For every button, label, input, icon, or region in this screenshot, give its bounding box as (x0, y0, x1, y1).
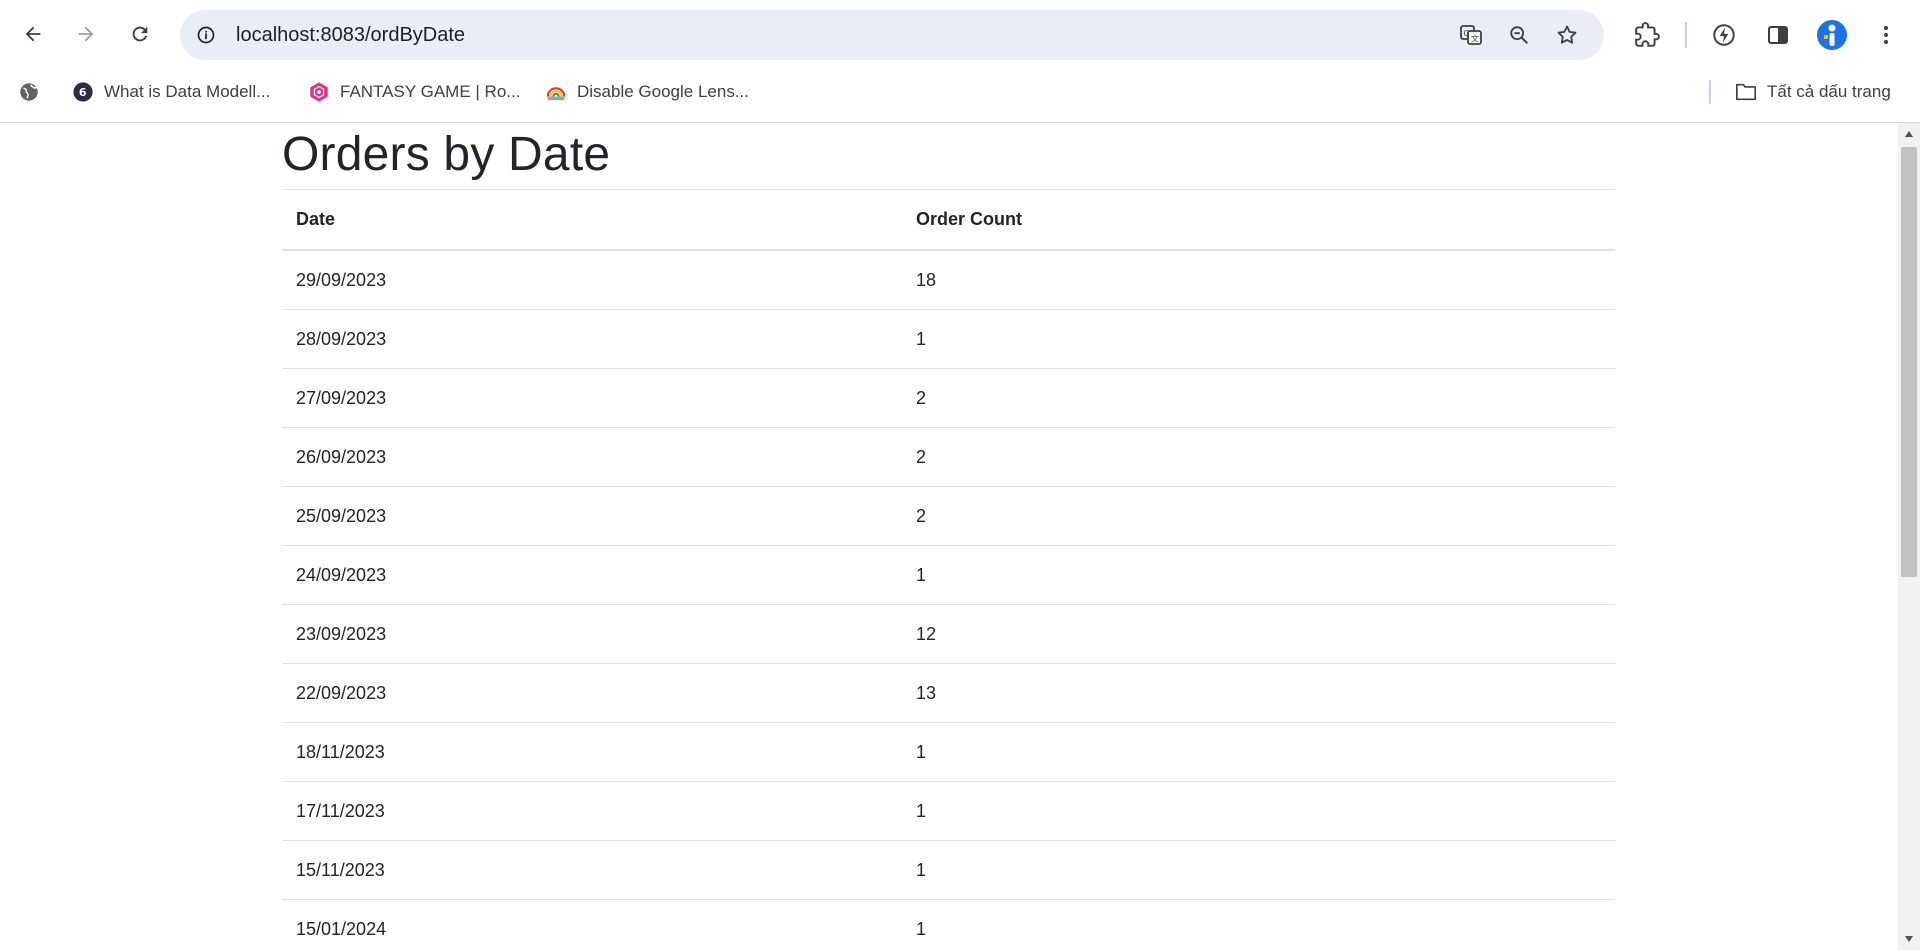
table-row: 17/11/2023 1 (282, 781, 1615, 841)
count-cell: 1 (902, 781, 1615, 841)
site-info-icon[interactable] (194, 23, 218, 47)
date-cell: 15/11/2023 (282, 840, 902, 900)
rainbow-icon (545, 81, 567, 103)
bookmark-disable-google-lens[interactable]: Disable Google Lens... (545, 70, 749, 114)
count-cell: 2 (902, 486, 1615, 546)
extensions-icon[interactable] (1630, 18, 1664, 52)
bookmark-fantasy-game[interactable]: FANTASY GAME | Ro... (308, 70, 520, 114)
table-row: 22/09/2023 13 (282, 663, 1615, 723)
browser-toolbar: localhost:8083/ordByDate G文 (0, 0, 1920, 70)
forward-button[interactable] (66, 14, 106, 54)
url-text[interactable]: localhost:8083/ordByDate (236, 10, 465, 60)
table-row: 15/01/2024 1 (282, 899, 1615, 950)
table-row: 23/09/2023 12 (282, 604, 1615, 664)
date-cell: 24/09/2023 (282, 545, 902, 605)
table-row: 18/11/2023 1 (282, 722, 1615, 782)
menu-icon[interactable] (1869, 18, 1903, 52)
scroll-up-arrow-icon[interactable] (1898, 123, 1920, 145)
apps-bookmark[interactable] (18, 70, 50, 114)
page-title: Orders by Date (282, 128, 611, 181)
g-icon: 6 (72, 81, 94, 103)
date-cell: 18/11/2023 (282, 722, 902, 782)
date-cell: 26/09/2023 (282, 427, 902, 487)
forward-arrow-icon (78, 26, 94, 42)
svg-text:文: 文 (1471, 34, 1479, 44)
page-viewport: Orders by Date Date Order Count 29/09/20… (0, 123, 1898, 950)
svg-text:G: G (1464, 29, 1470, 38)
count-cell: 12 (902, 604, 1615, 664)
date-cell: 15/01/2024 (282, 899, 902, 950)
date-cell: 25/09/2023 (282, 486, 902, 546)
date-cell: 28/09/2023 (282, 309, 902, 369)
address-bar[interactable]: localhost:8083/ordByDate G文 (180, 10, 1604, 60)
table-row: 28/09/2023 1 (282, 309, 1615, 369)
profile-avatar-icon[interactable] (1815, 18, 1849, 52)
scroll-down-arrow-icon[interactable] (1898, 928, 1920, 950)
table-row: 24/09/2023 1 (282, 545, 1615, 605)
count-cell: 1 (902, 899, 1615, 950)
table-row: 27/09/2023 2 (282, 368, 1615, 428)
all-bookmarks-folder[interactable]: Tất cả dấu trang (1735, 70, 1891, 114)
globe-icon (18, 81, 40, 103)
count-cell: 13 (902, 663, 1615, 723)
bookmark-label: What is Data Modell... (104, 82, 271, 101)
toolbar-divider (1685, 22, 1687, 48)
zoom-icon[interactable] (1506, 22, 1532, 48)
reload-icon (132, 26, 148, 42)
table-row: 15/11/2023 1 (282, 840, 1615, 900)
bookmarks-folder-label: Tất cả dấu trang (1767, 82, 1891, 101)
column-header-date: Date (282, 189, 902, 251)
bookmark-data-modelling[interactable]: 6 What is Data Modell... (72, 70, 270, 114)
table-header-row: Date Order Count (282, 189, 1615, 251)
count-cell: 1 (902, 722, 1615, 782)
bookmark-label: Disable Google Lens... (577, 82, 749, 101)
fantasy-icon (308, 81, 330, 103)
back-button[interactable] (13, 14, 53, 54)
translate-icon[interactable]: G文 (1458, 22, 1484, 48)
count-cell: 1 (902, 309, 1615, 369)
date-cell: 17/11/2023 (282, 781, 902, 841)
bookmarks-divider (1709, 80, 1711, 104)
count-cell: 18 (902, 249, 1615, 310)
date-cell: 22/09/2023 (282, 663, 902, 723)
count-cell: 2 (902, 368, 1615, 428)
date-cell: 29/09/2023 (282, 249, 902, 310)
column-header-order-count: Order Count (902, 189, 1615, 251)
bookmark-star-icon[interactable] (1554, 22, 1580, 48)
count-cell: 1 (902, 545, 1615, 605)
scroll-thumb[interactable] (1901, 147, 1917, 577)
table-row: 26/09/2023 2 (282, 427, 1615, 487)
back-arrow-icon (25, 26, 41, 42)
folder-icon (1735, 81, 1757, 103)
bookmark-label: FANTASY GAME | Ro... (340, 82, 521, 101)
performance-icon[interactable] (1707, 18, 1741, 52)
count-cell: 2 (902, 427, 1615, 487)
date-cell: 23/09/2023 (282, 604, 902, 664)
page-scrollbar[interactable] (1898, 123, 1920, 950)
orders-table: Date Order Count 29/09/2023 18 28/09/2023… (282, 189, 1615, 950)
content-container: Orders by Date Date Order Count 29/09/20… (282, 123, 1615, 950)
side-panel-icon[interactable] (1761, 18, 1795, 52)
table-row: 29/09/2023 18 (282, 249, 1615, 310)
bookmarks-bar: 6 What is Data Modell... FANTASY GAME | … (0, 70, 1920, 123)
date-cell: 27/09/2023 (282, 368, 902, 428)
svg-text:6: 6 (79, 86, 87, 99)
table-row: 25/09/2023 2 (282, 486, 1615, 546)
count-cell: 1 (902, 840, 1615, 900)
reload-button[interactable] (120, 14, 160, 54)
